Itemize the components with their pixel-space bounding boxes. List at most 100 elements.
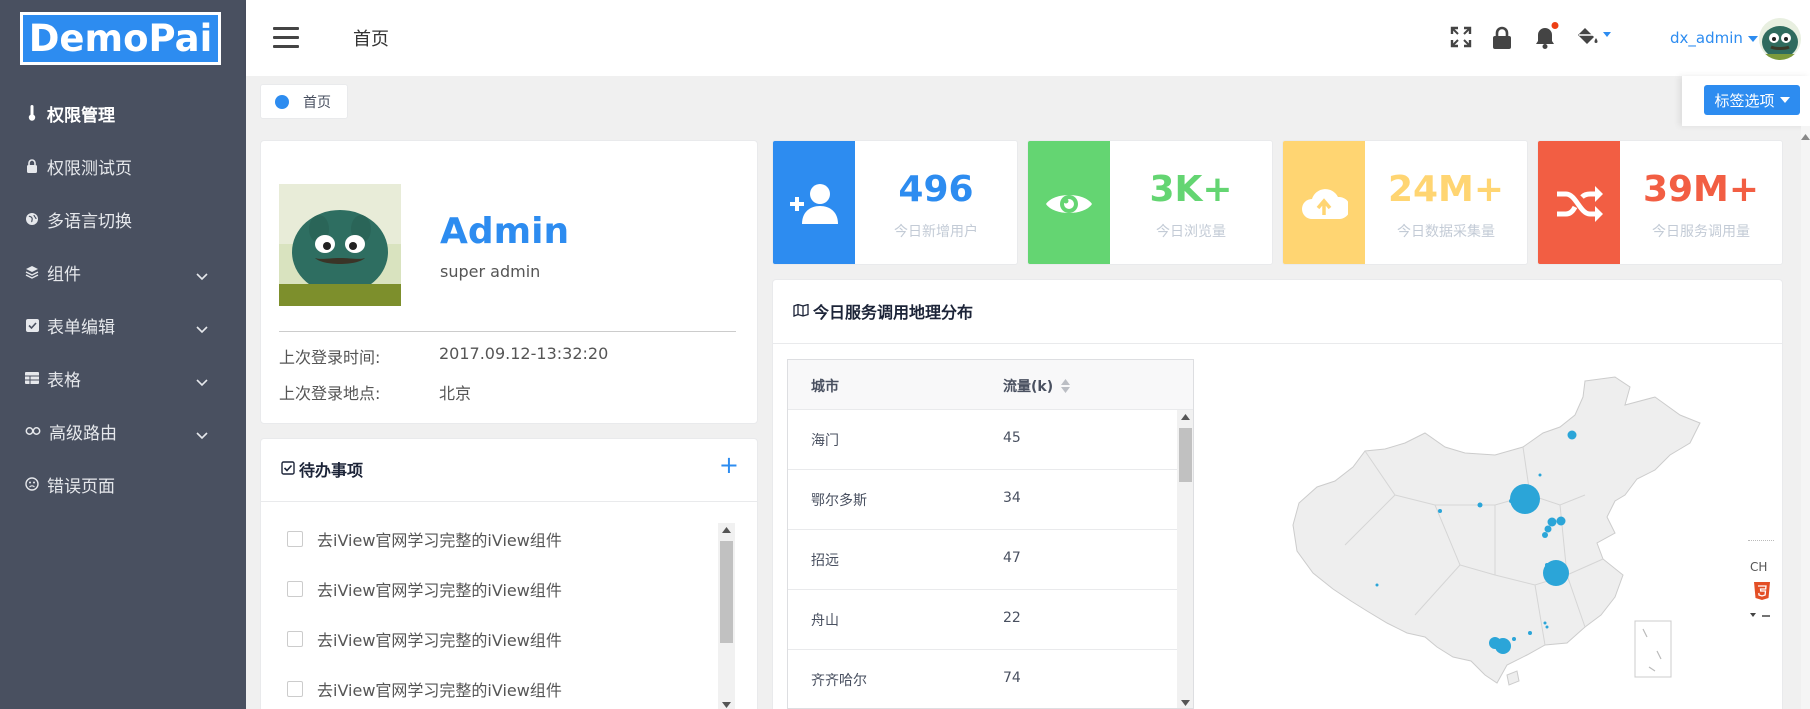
html5-icon[interactable] bbox=[1752, 581, 1772, 604]
sidebar-item-form-edit[interactable]: 表单编辑 bbox=[0, 305, 246, 345]
sidebar-item-label: 组件 bbox=[47, 264, 81, 285]
map-point[interactable] bbox=[1489, 637, 1501, 649]
username: dx_admin bbox=[1670, 29, 1743, 47]
profile-avatar bbox=[279, 184, 401, 306]
sidebar-item-permission-test[interactable]: 权限测试页 bbox=[0, 146, 246, 186]
profile-role: super admin bbox=[440, 262, 541, 281]
tag-home[interactable]: 首页 bbox=[260, 84, 348, 119]
divider bbox=[279, 331, 736, 332]
eye-icon bbox=[1028, 141, 1110, 264]
sidebar-item-components[interactable]: 组件 bbox=[0, 252, 246, 292]
fullscreen-icon[interactable] bbox=[1450, 26, 1474, 50]
theme-paint-icon[interactable] bbox=[1576, 26, 1612, 50]
scroll-up-icon[interactable] bbox=[722, 527, 731, 533]
map-point[interactable] bbox=[1544, 525, 1552, 533]
cell-city: 舟山 bbox=[811, 613, 839, 629]
add-todo-icon[interactable]: + bbox=[719, 453, 739, 477]
cell-flow: 45 bbox=[1003, 430, 1021, 446]
tag-options-button[interactable]: 标签选项 bbox=[1704, 85, 1800, 115]
map-tools: CH bbox=[1740, 540, 1780, 630]
sidebar-item-advanced-router[interactable]: 高级路由 bbox=[0, 411, 246, 451]
cell-flow: 74 bbox=[1003, 670, 1021, 686]
notification-bell-icon[interactable] bbox=[1534, 22, 1559, 49]
lock-screen-icon[interactable] bbox=[1492, 26, 1516, 50]
stat-card-new-users: 496 今日新增用户 bbox=[772, 140, 1018, 265]
chevron-down-icon bbox=[196, 319, 208, 339]
tag-options-label: 标签选项 bbox=[1714, 91, 1775, 110]
map-point[interactable] bbox=[1567, 430, 1577, 440]
map-point[interactable] bbox=[1528, 631, 1532, 635]
map-point[interactable] bbox=[1538, 473, 1542, 477]
map-point[interactable] bbox=[1477, 502, 1483, 508]
south-sea-inset bbox=[1634, 620, 1672, 678]
map-point[interactable] bbox=[1556, 516, 1566, 526]
map-point[interactable] bbox=[1509, 499, 1513, 503]
sidebar-item-error-page[interactable]: 错误页面 bbox=[0, 464, 246, 504]
todo-checkbox[interactable] bbox=[287, 531, 303, 547]
todo-item[interactable]: 去iView官网学习完整的iView组件 bbox=[287, 627, 562, 651]
sidebar-item-language[interactable]: 多语言切换 bbox=[0, 199, 246, 239]
sidebar-item-label: 表单编辑 bbox=[47, 317, 115, 338]
geo-title-text: 今日服务调用地理分布 bbox=[813, 303, 974, 322]
sidebar-item-permission[interactable]: 权限管理 bbox=[0, 93, 246, 133]
last-login-place: 北京 bbox=[439, 384, 472, 403]
table-scrollbar[interactable] bbox=[1177, 410, 1193, 708]
scroll-thumb[interactable] bbox=[720, 541, 733, 643]
sidebar-item-table[interactable]: 表格 bbox=[0, 358, 246, 398]
todo-scrollbar[interactable] bbox=[718, 523, 735, 709]
sidebar-item-label: 多语言切换 bbox=[47, 211, 132, 232]
scroll-down-icon[interactable] bbox=[722, 702, 731, 708]
china-map[interactable] bbox=[1285, 375, 1715, 695]
caret-down-icon bbox=[1779, 96, 1790, 103]
logo[interactable]: DemoPai bbox=[20, 12, 221, 65]
scroll-thumb[interactable] bbox=[1179, 428, 1192, 482]
sidebar-item-label: 高级路由 bbox=[49, 423, 117, 444]
sort-icon[interactable] bbox=[1061, 379, 1071, 393]
map-point[interactable] bbox=[1547, 517, 1557, 527]
tags-bar: 首页 标签选项 bbox=[246, 76, 1810, 126]
todo-checkbox[interactable] bbox=[287, 581, 303, 597]
username-dropdown[interactable]: dx_admin bbox=[1670, 29, 1758, 47]
scroll-down-icon[interactable] bbox=[1181, 700, 1190, 706]
page-scrollbar[interactable] bbox=[1801, 126, 1810, 709]
todo-title: 待办事项 bbox=[281, 457, 363, 481]
todo-item[interactable]: 去iView官网学习完整的iView组件 bbox=[287, 677, 562, 701]
cloud-upload-icon bbox=[1283, 141, 1365, 264]
table-row: 舟山 22 bbox=[788, 590, 1178, 650]
caret-down-icon bbox=[1747, 36, 1758, 42]
todo-title-text: 待办事项 bbox=[299, 461, 364, 480]
todo-text: 去iView官网学习完整的iView组件 bbox=[317, 531, 562, 550]
sidebar-item-label: 表格 bbox=[47, 370, 81, 391]
map-point[interactable] bbox=[1545, 625, 1549, 629]
map-icon bbox=[793, 302, 809, 321]
scroll-up-icon[interactable] bbox=[1181, 414, 1190, 420]
card-divider bbox=[261, 501, 757, 502]
stat-value: 24M+ bbox=[1387, 169, 1505, 210]
map-point[interactable] bbox=[1542, 532, 1548, 538]
tag-home-label: 首页 bbox=[303, 94, 331, 111]
cell-city: 齐齐哈尔 bbox=[811, 673, 867, 689]
todo-checkbox[interactable] bbox=[287, 631, 303, 647]
table-icon bbox=[25, 371, 39, 385]
language-switch[interactable]: CH bbox=[1750, 560, 1767, 574]
collapse-tools-icon[interactable] bbox=[1750, 610, 1772, 623]
tag-options-wrap: 标签选项 bbox=[1682, 76, 1810, 126]
todo-card: 待办事项 + 去iView官网学习完整的iView组件 去iView官网学习完整… bbox=[260, 438, 758, 709]
china-mainland-shape bbox=[1292, 376, 1701, 684]
map-point[interactable] bbox=[1512, 637, 1516, 641]
todo-item[interactable]: 去iView官网学习完整的iView组件 bbox=[287, 577, 562, 601]
shuffle-icon bbox=[1538, 141, 1620, 264]
scroll-up-icon[interactable] bbox=[1801, 134, 1810, 140]
chevron-down-icon bbox=[196, 425, 208, 445]
map-point[interactable] bbox=[1510, 484, 1540, 514]
col-flow[interactable]: 流量(k) bbox=[1003, 376, 1071, 396]
map-point[interactable] bbox=[1438, 509, 1442, 513]
map-point[interactable] bbox=[1543, 621, 1547, 625]
avatar[interactable] bbox=[1759, 18, 1801, 60]
map-point[interactable] bbox=[1375, 583, 1379, 587]
sidebar-item-label: 权限测试页 bbox=[47, 158, 132, 179]
todo-checkbox[interactable] bbox=[287, 681, 303, 697]
todo-item[interactable]: 去iView官网学习完整的iView组件 bbox=[287, 527, 562, 551]
map-point[interactable] bbox=[1545, 563, 1549, 567]
menu-toggle-icon[interactable] bbox=[273, 27, 299, 49]
